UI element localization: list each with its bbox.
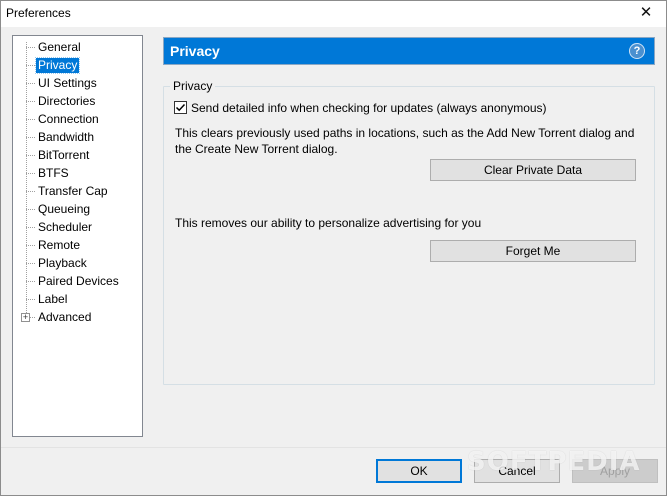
tree-item[interactable]: Queueing bbox=[13, 201, 142, 219]
tree-item[interactable]: Paired Devices bbox=[13, 273, 142, 291]
checkmark-icon bbox=[175, 103, 186, 112]
tree-item[interactable]: Connection bbox=[13, 111, 142, 129]
title-bar[interactable]: Preferences ✕ bbox=[1, 1, 666, 27]
tree-connector bbox=[26, 191, 35, 192]
forget-me-button[interactable]: Forget Me bbox=[430, 240, 636, 262]
expand-icon[interactable]: + bbox=[21, 313, 30, 322]
privacy-group-label: Privacy bbox=[170, 79, 216, 93]
send-info-checkbox[interactable] bbox=[174, 101, 187, 114]
tree-connector bbox=[26, 263, 35, 264]
tree-item-label[interactable]: Privacy bbox=[34, 57, 81, 74]
tree-item-label[interactable]: BTFS bbox=[36, 166, 71, 181]
tree-item[interactable]: Scheduler bbox=[13, 219, 142, 237]
ok-button[interactable]: OK bbox=[376, 459, 462, 483]
personalize-description: This removes our ability to personalize … bbox=[175, 216, 482, 230]
clear-private-data-button[interactable]: Clear Private Data bbox=[430, 159, 636, 181]
tree-connector bbox=[26, 155, 35, 156]
tree-item-label[interactable]: Directories bbox=[36, 94, 97, 109]
tree-connector bbox=[26, 47, 35, 48]
tree-connector bbox=[30, 317, 35, 318]
tree-connector bbox=[26, 245, 35, 246]
tree-item-label[interactable]: Scheduler bbox=[36, 220, 94, 235]
section-header: Privacy ? bbox=[163, 37, 655, 65]
section-title: Privacy bbox=[170, 43, 220, 59]
softpedia-watermark: SOFTPEDIA bbox=[467, 447, 641, 477]
preferences-tree[interactable]: General Privacy UI Settings Directories Conn… bbox=[12, 35, 143, 437]
tree-item-label[interactable]: Remote bbox=[36, 238, 82, 253]
tree-connector bbox=[26, 173, 35, 174]
tree-connector bbox=[26, 83, 35, 84]
window-title: Preferences bbox=[6, 6, 71, 20]
tree-item[interactable]: Privacy bbox=[13, 57, 142, 75]
tree-item[interactable]: BitTorrent bbox=[13, 147, 142, 165]
help-icon[interactable]: ? bbox=[629, 43, 645, 59]
tree-connector bbox=[26, 281, 35, 282]
tree-connector bbox=[26, 137, 35, 138]
tree-connector bbox=[26, 227, 35, 228]
tree-connector bbox=[26, 299, 35, 300]
tree-item[interactable]: General bbox=[13, 39, 142, 57]
tree-item[interactable]: Directories bbox=[13, 93, 142, 111]
preferences-window: Preferences ✕ General Privacy UI Settings D… bbox=[0, 0, 667, 496]
tree-item-label[interactable]: Transfer Cap bbox=[36, 184, 110, 199]
tree-item[interactable]: + Advanced bbox=[13, 309, 142, 327]
tree-item-label[interactable]: Queueing bbox=[36, 202, 92, 217]
tree-item[interactable]: Remote bbox=[13, 237, 142, 255]
tree-item-label[interactable]: UI Settings bbox=[36, 76, 99, 91]
tree-item-label[interactable]: Connection bbox=[36, 112, 101, 127]
tree-item[interactable]: Bandwidth bbox=[13, 129, 142, 147]
tree-item-label[interactable]: General bbox=[36, 40, 83, 55]
tree-item-label[interactable]: Label bbox=[36, 292, 69, 307]
clear-description-line-2: the Create New Torrent dialog. bbox=[175, 142, 338, 156]
tree-item[interactable]: Transfer Cap bbox=[13, 183, 142, 201]
tree-item-label[interactable]: BitTorrent bbox=[36, 148, 91, 163]
tree-item[interactable]: Playback bbox=[13, 255, 142, 273]
tree-connector bbox=[26, 119, 35, 120]
tree-connector bbox=[26, 65, 35, 66]
clear-description: This clears previously used paths in loc… bbox=[175, 125, 634, 157]
tree-connector bbox=[26, 209, 35, 210]
tree-connector bbox=[26, 101, 35, 102]
tree-item-label[interactable]: Bandwidth bbox=[36, 130, 96, 145]
tree-item[interactable]: Label bbox=[13, 291, 142, 309]
clear-description-line-1: This clears previously used paths in loc… bbox=[175, 126, 635, 140]
tree-item[interactable]: BTFS bbox=[13, 165, 142, 183]
tree-item-label[interactable]: Playback bbox=[36, 256, 89, 271]
tree-item-label[interactable]: Advanced bbox=[36, 310, 93, 325]
tree-item[interactable]: UI Settings bbox=[13, 75, 142, 93]
close-button[interactable]: ✕ bbox=[626, 1, 666, 27]
tree-item-label[interactable]: Paired Devices bbox=[36, 274, 121, 289]
send-info-label[interactable]: Send detailed info when checking for upd… bbox=[191, 101, 547, 115]
